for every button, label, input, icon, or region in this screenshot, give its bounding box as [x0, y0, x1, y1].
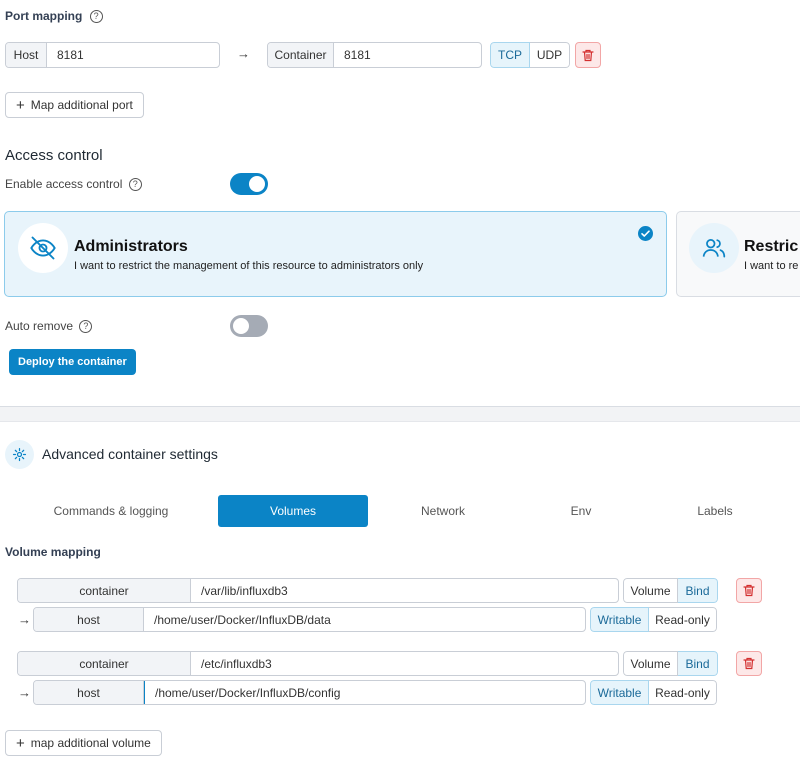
volume-container-label: container [18, 652, 191, 675]
restricted-option-card[interactable]: Restric I want to re [676, 211, 800, 297]
remove-volume-button[interactable] [736, 651, 762, 676]
protocol-tcp-button[interactable]: TCP [490, 42, 530, 68]
auto-remove-row: Auto remove ? [5, 319, 93, 334]
access-control-toggle[interactable] [230, 173, 268, 195]
trash-icon [743, 584, 755, 597]
users-icon [702, 239, 726, 258]
trash-icon [582, 49, 594, 61]
volume-mode-readonly-button[interactable]: Read-only [649, 680, 717, 705]
eye-off-icon-wrapper [18, 223, 68, 273]
access-control-title: Access control [5, 147, 103, 164]
gear-icon [12, 447, 27, 462]
help-icon[interactable]: ? [128, 178, 142, 192]
eye-off-icon [30, 236, 56, 260]
volume-container-group: container /etc/influxdb3 [17, 651, 619, 676]
volume-mode-writable-button[interactable]: Writable [590, 680, 649, 705]
map-additional-volume-label: map additional volume [30, 736, 151, 750]
tab-network[interactable]: Network [368, 495, 518, 527]
port-mapping-header: Port mapping ? [5, 9, 103, 24]
help-icon[interactable]: ? [89, 10, 103, 24]
tab-labels[interactable]: Labels [640, 495, 790, 527]
remove-port-button[interactable] [575, 42, 601, 68]
auto-remove-label: Auto remove [5, 319, 74, 333]
volume-host-path-input[interactable]: /home/user/Docker/InfluxDB/data [144, 608, 585, 631]
container-port-group: Container 8181 [267, 42, 482, 68]
volume-type-toggle: Volume Bind [623, 651, 718, 676]
volume-type-bind-button[interactable]: Bind [678, 578, 718, 603]
volume-mode-toggle: Writable Read-only [590, 680, 717, 705]
restricted-title: Restric [744, 238, 799, 255]
advanced-settings-title: Advanced container settings [42, 446, 218, 462]
deploy-container-button[interactable]: Deploy the container [9, 349, 136, 375]
enable-access-control-row: Enable access control ? [5, 177, 142, 192]
auto-remove-toggle[interactable] [230, 315, 268, 337]
tab-env[interactable]: Env [506, 495, 656, 527]
protocol-udp-button[interactable]: UDP [530, 42, 570, 68]
volume-mode-readonly-button[interactable]: Read-only [649, 607, 717, 632]
administrators-option-card[interactable]: Administrators I want to restrict the ma… [4, 211, 667, 297]
remove-volume-button[interactable] [736, 578, 762, 603]
map-additional-volume-button[interactable]: + map additional volume [5, 730, 162, 756]
plus-icon: + [16, 96, 25, 114]
administrators-description: I want to restrict the management of thi… [74, 260, 424, 272]
arrow-right-icon: → [18, 685, 31, 700]
volume-host-group: host /home/user/Docker/InfluxDB/config [33, 680, 586, 705]
arrow-right-icon: → [237, 46, 250, 61]
users-icon-wrapper [689, 223, 739, 273]
map-additional-port-button[interactable]: + Map additional port [5, 92, 144, 118]
trash-icon [743, 657, 755, 670]
arrow-right-icon: → [18, 612, 31, 627]
volume-type-toggle: Volume Bind [623, 578, 718, 603]
volume-container-group: container /var/lib/influxdb3 [17, 578, 619, 603]
volume-type-volume-button[interactable]: Volume [623, 578, 678, 603]
protocol-toggle: TCP UDP [490, 42, 570, 68]
volume-host-label: host [34, 681, 144, 704]
settings-icon-wrapper [5, 440, 34, 469]
administrators-title: Administrators [74, 238, 188, 255]
port-mapping-title: Port mapping [5, 9, 83, 23]
plus-icon: + [16, 734, 25, 752]
host-port-group: Host 8181 [5, 42, 220, 68]
help-icon[interactable]: ? [79, 320, 93, 334]
restricted-description: I want to re [744, 260, 799, 272]
container-port-input[interactable]: 8181 [334, 43, 481, 67]
host-port-label: Host [6, 43, 47, 67]
tab-volumes[interactable]: Volumes [218, 495, 368, 527]
section-divider [0, 406, 800, 422]
tab-commands-logging[interactable]: Commands & logging [36, 495, 186, 527]
volume-mapping-title: Volume mapping [5, 545, 101, 559]
volume-mode-toggle: Writable Read-only [590, 607, 717, 632]
volume-host-group: host /home/user/Docker/InfluxDB/data [33, 607, 586, 632]
container-port-label: Container [268, 43, 334, 67]
map-additional-port-label: Map additional port [30, 98, 133, 112]
check-circle-icon [638, 226, 653, 241]
volume-mode-writable-button[interactable]: Writable [590, 607, 649, 632]
volume-type-volume-button[interactable]: Volume [623, 651, 678, 676]
volume-container-path-input[interactable]: /var/lib/influxdb3 [191, 579, 618, 602]
enable-access-control-label: Enable access control [5, 177, 123, 191]
volume-container-path-input[interactable]: /etc/influxdb3 [191, 652, 618, 675]
host-port-input[interactable]: 8181 [47, 43, 219, 67]
volume-container-label: container [18, 579, 191, 602]
volume-type-bind-button[interactable]: Bind [678, 651, 718, 676]
volume-host-label: host [34, 608, 144, 631]
volume-host-path-input[interactable]: /home/user/Docker/InfluxDB/config [144, 681, 585, 704]
